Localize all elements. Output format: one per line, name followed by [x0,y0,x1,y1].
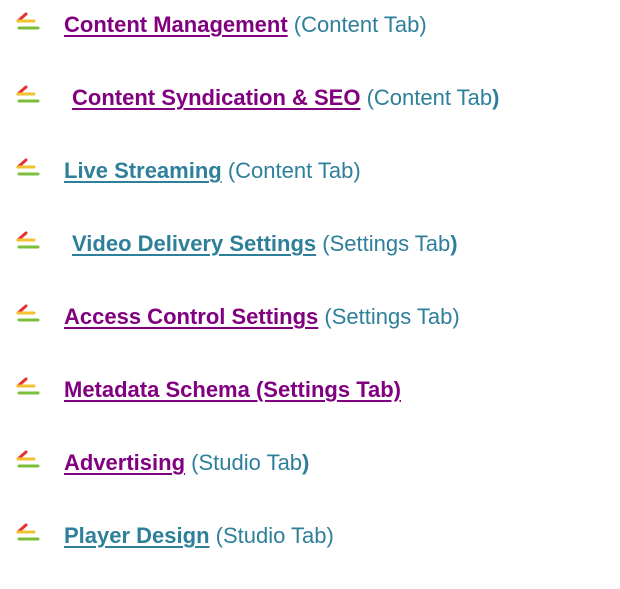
striped-bullet-icon [16,12,40,30]
metadata-schema-link[interactable]: Metadata Schema (Settings Tab) [64,377,401,402]
striped-bullet-icon [16,231,40,249]
list-item-suffix-end: ) [450,231,458,256]
access-control-settings-link[interactable]: Access Control Settings [64,304,318,329]
video-delivery-settings-link[interactable]: Video Delivery Settings [72,231,316,256]
striped-bullet-icon [16,158,40,176]
list-item-text: Video Delivery Settings (Settings Tab) [72,224,458,264]
list-item-suffix: (Content Tab) [221,158,361,183]
list-item: Live Streaming (Content Tab) [0,151,620,191]
list-item-text: Access Control Settings (Settings Tab) [64,297,460,337]
list-item: Content Management (Content Tab) [0,5,620,45]
player-design-link[interactable]: Player Design [64,523,210,548]
list-item-suffix: (Settings Tab) [318,304,460,329]
striped-bullet-icon [16,523,40,541]
list-item-suffix: (Content Tab [360,85,493,110]
list-item-suffix: (Studio Tab) [209,523,334,548]
content-management-link[interactable]: Content Management [64,12,288,37]
list-item-suffix: (Settings Tab [316,231,451,256]
list-item-text: Live Streaming (Content Tab) [64,151,361,191]
list-item: Advertising (Studio Tab) [0,443,620,483]
list-item-text: Advertising (Studio Tab) [64,443,309,483]
striped-bullet-icon [16,304,40,322]
striped-bullet-icon [16,450,40,468]
list-item-text: Metadata Schema (Settings Tab) [64,370,401,410]
list-item: Access Control Settings (Settings Tab) [0,297,620,337]
list-item: Content Syndication & SEO (Content Tab) [0,78,620,118]
list-item-suffix: (Studio Tab [185,450,303,475]
list-item: Player Design (Studio Tab) [0,516,620,556]
list-item-text: Player Design (Studio Tab) [64,516,334,556]
list-item: Metadata Schema (Settings Tab) [0,370,620,410]
advertising-link[interactable]: Advertising [64,450,185,475]
striped-bullet-icon [16,377,40,395]
content-syndication-seo-link[interactable]: Content Syndication & SEO [72,85,360,110]
list-item-text: Content Management (Content Tab) [64,5,427,45]
list-item-text: Content Syndication & SEO (Content Tab) [72,78,499,118]
striped-bullet-icon [16,85,40,103]
list-item-suffix-end: ) [302,450,310,475]
list-item: Video Delivery Settings (Settings Tab) [0,224,620,264]
list-item-suffix: (Content Tab) [287,12,427,37]
live-streaming-link[interactable]: Live Streaming [64,158,222,183]
list-item-suffix-end: ) [492,85,500,110]
